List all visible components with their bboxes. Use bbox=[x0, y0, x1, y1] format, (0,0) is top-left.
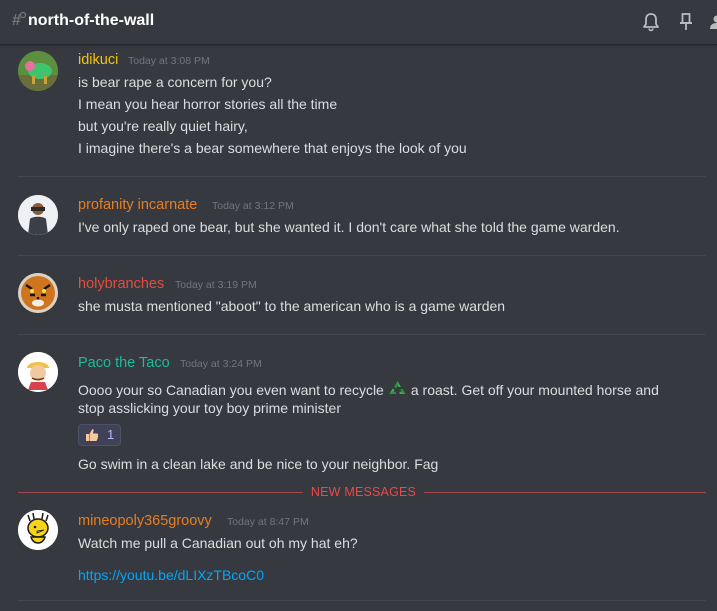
message-divider bbox=[18, 600, 706, 601]
channel-name: north-of-the-wall bbox=[28, 12, 155, 29]
message-text-part: Oooo your so Canadian you even want to r… bbox=[78, 382, 384, 398]
new-messages-label: NEW MESSAGES bbox=[310, 485, 417, 499]
avatar[interactable] bbox=[18, 51, 58, 91]
message-timestamp: Today at 3:24 PM bbox=[180, 358, 262, 370]
message-text: she musta mentioned "aboot" to the ameri… bbox=[78, 298, 506, 314]
username[interactable]: profanity incarnate bbox=[78, 196, 197, 214]
avatar[interactable] bbox=[18, 352, 58, 392]
thumbs-up-icon bbox=[84, 427, 100, 443]
username[interactable]: mineopoly365groovy bbox=[78, 512, 212, 530]
new-messages-line bbox=[18, 492, 303, 493]
username[interactable]: Paco the Taco bbox=[78, 354, 170, 372]
reaction-button[interactable]: 1 bbox=[78, 424, 121, 446]
message-text: Oooo your so Canadian you even want to r… bbox=[78, 379, 659, 400]
message-divider bbox=[18, 255, 706, 256]
bell-icon[interactable] bbox=[641, 12, 661, 32]
avatar[interactable] bbox=[18, 195, 58, 235]
message-text: I've only raped one bear, but she wanted… bbox=[78, 219, 620, 235]
message-link[interactable]: https://youtu.be/dLIXzTBcoC0 bbox=[78, 566, 264, 584]
channel-hash-icon: # bbox=[12, 11, 27, 29]
avatar[interactable] bbox=[18, 273, 58, 313]
message-divider bbox=[18, 176, 706, 177]
username[interactable]: holybranches bbox=[78, 275, 164, 293]
channel-header: # north-of-the-wall bbox=[0, 0, 717, 45]
svg-text:#: # bbox=[12, 12, 21, 29]
username[interactable]: idikuci bbox=[78, 51, 118, 69]
message-text: stop asslicking your toy boy prime minis… bbox=[78, 400, 341, 416]
message-divider bbox=[18, 334, 706, 335]
avatar[interactable] bbox=[18, 510, 58, 550]
message-text: Go swim in a clean lake and be nice to y… bbox=[78, 456, 439, 472]
message-timestamp: Today at 3:12 PM bbox=[212, 200, 294, 212]
message-text: I imagine there's a bear somewhere that … bbox=[78, 140, 467, 156]
message-timestamp: Today at 3:08 PM bbox=[128, 55, 210, 67]
members-icon[interactable] bbox=[709, 12, 717, 32]
message-timestamp: Today at 8:47 PM bbox=[227, 516, 309, 528]
reaction-count: 1 bbox=[107, 427, 115, 442]
message-text: but you're really quiet hairy, bbox=[78, 118, 248, 134]
message-text: Watch me pull a Canadian out oh my hat e… bbox=[78, 535, 358, 551]
recycle-icon bbox=[387, 379, 408, 400]
message-text: I mean you hear horror stories all the t… bbox=[78, 96, 338, 112]
message-text: is bear rape a concern for you? bbox=[78, 74, 272, 90]
new-messages-line bbox=[424, 492, 706, 493]
message-text-part: a roast. Get off your mounted horse and bbox=[410, 382, 659, 398]
pin-icon[interactable] bbox=[676, 12, 696, 32]
message-timestamp: Today at 3:19 PM bbox=[175, 279, 257, 291]
